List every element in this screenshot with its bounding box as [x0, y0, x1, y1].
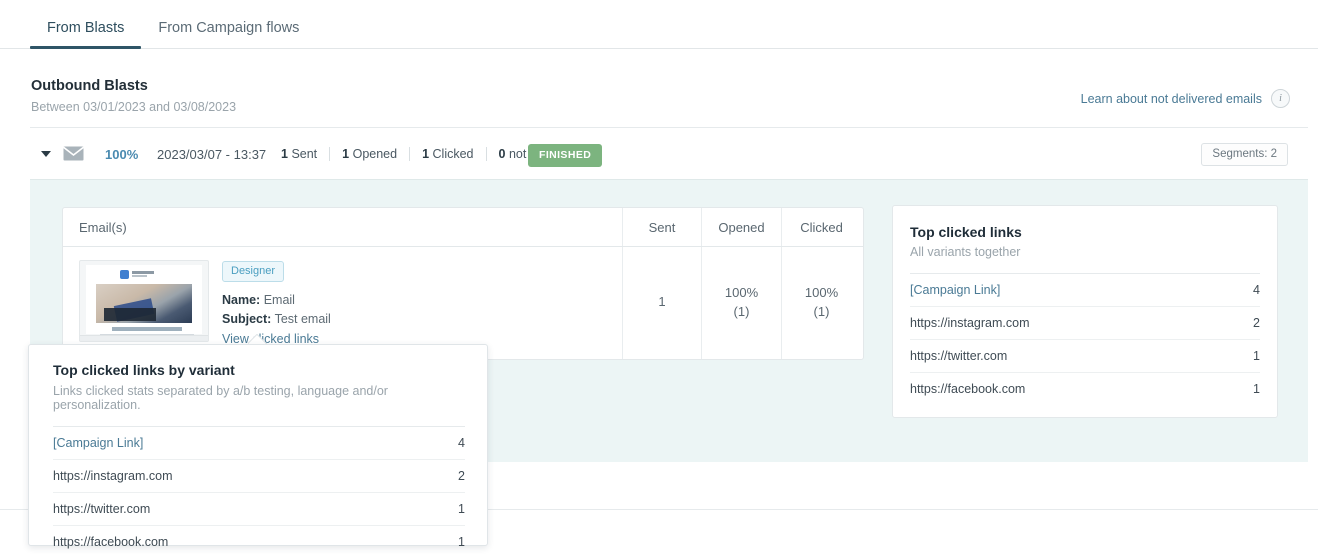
headline-line: [112, 327, 182, 331]
stat-clicked-value: 1: [422, 147, 430, 161]
stat-not-sent-value: 0: [498, 147, 506, 161]
chevron-down-icon[interactable]: [41, 151, 51, 157]
cell-opened-count: (1): [733, 303, 750, 319]
preview-scrollbar: [80, 335, 208, 341]
top-clicked-links-by-variant-popover: Top clicked links by variant Links click…: [28, 344, 488, 549]
cell-clicked-count: (1): [813, 303, 830, 319]
delivery-percent[interactable]: 100%: [105, 147, 138, 162]
tab-from-campaign-flows[interactable]: From Campaign flows: [141, 20, 316, 49]
header-divider: [30, 127, 1308, 128]
cell-sent-value: 1: [658, 294, 666, 310]
cell-clicked-percent: 100%: [804, 284, 839, 300]
status-badge: FINISHED: [528, 144, 603, 167]
date-range-subtitle: Between 03/01/2023 and 03/08/2023: [31, 100, 237, 114]
link-name: https://facebook.com: [910, 382, 1026, 396]
email-subject-value: Test email: [274, 311, 331, 326]
top-clicked-links-panel: Top clicked links All variants together …: [892, 205, 1278, 418]
top-clicked-links-title: Top clicked links: [910, 224, 1022, 240]
link-name[interactable]: [Campaign Link]: [910, 283, 1000, 297]
link-name[interactable]: [Campaign Link]: [53, 436, 143, 450]
column-header-emails: Email(s): [63, 208, 623, 246]
tab-bar: From Blasts From Campaign flows: [0, 0, 1318, 49]
outbound-blasts-page: From Blasts From Campaign flows Outbound…: [0, 0, 1318, 549]
learn-about-not-delivered-link[interactable]: Learn about not delivered emails: [1081, 92, 1262, 106]
tab-list: From Blasts From Campaign flows: [30, 0, 316, 49]
list-item[interactable]: [Campaign Link] 4: [53, 427, 465, 460]
cell-opened: 100% (1): [702, 247, 782, 359]
brand-logo-icon: [120, 270, 129, 279]
stat-clicked: 1 Clicked: [410, 147, 485, 161]
list-item: https://facebook.com 1: [53, 526, 465, 558]
emails-table-header: Email(s) Sent Opened Clicked: [63, 208, 863, 247]
stat-sent-label: Sent: [291, 147, 318, 161]
table-row: Designer Name: Email Subject: Test email…: [63, 247, 863, 359]
link-count: 2: [458, 469, 465, 483]
link-name: https://instagram.com: [910, 316, 1030, 330]
emails-table: Email(s) Sent Opened Clicked Designer Na…: [62, 207, 864, 360]
cell-sent: 1: [623, 247, 702, 359]
email-thumbnail[interactable]: [79, 260, 209, 342]
link-name: https://twitter.com: [53, 502, 151, 516]
hero-photo: [96, 284, 192, 323]
info-icon[interactable]: i: [1271, 89, 1290, 108]
list-item[interactable]: [Campaign Link] 4: [910, 274, 1260, 307]
top-clicked-links-subtitle: All variants together: [910, 245, 1021, 259]
cell-clicked: 100% (1): [782, 247, 861, 359]
email-info: Designer Name: Email Subject: Test email…: [222, 260, 331, 346]
designer-badge: Designer: [222, 261, 285, 282]
email-subject-label: Subject:: [222, 311, 272, 326]
photo-terminal: [103, 308, 157, 321]
list-item: https://facebook.com 1: [910, 373, 1260, 405]
brand-sub-line: [132, 275, 147, 277]
link-count: 4: [458, 436, 465, 450]
column-header-sent: Sent: [623, 208, 702, 246]
email-subject: Subject: Test email: [222, 310, 331, 329]
segments-badge[interactable]: Segments: 2: [1201, 143, 1288, 166]
list-item: https://instagram.com 2: [53, 460, 465, 493]
cell-opened-percent: 100%: [724, 284, 759, 300]
link-count: 2: [1253, 316, 1260, 330]
blast-date: 2023/03/07 - 13:37: [157, 147, 267, 162]
stat-opened-value: 1: [342, 147, 350, 161]
list-item: https://instagram.com 2: [910, 307, 1260, 340]
link-name: https://facebook.com: [53, 535, 169, 549]
list-item: https://twitter.com 1: [53, 493, 465, 526]
learn-about-not-delivered: Learn about not delivered emails i: [1081, 89, 1290, 108]
page-title: Outbound Blasts: [31, 78, 148, 94]
link-count: 1: [458, 502, 465, 516]
list-item: https://twitter.com 1: [910, 340, 1260, 373]
stat-sent: 1 Sent: [281, 147, 329, 161]
brand-name-line: [132, 271, 154, 274]
link-count: 1: [1253, 382, 1260, 396]
email-name: Name: Email: [222, 291, 331, 310]
link-name: https://instagram.com: [53, 469, 173, 483]
email-name-value: Email: [263, 293, 295, 307]
popover-title: Top clicked links by variant: [53, 362, 235, 378]
popover-subtitle: Links clicked stats separated by a/b tes…: [53, 384, 388, 412]
email-name-label: Name:: [222, 293, 261, 307]
stat-sent-value: 1: [281, 147, 288, 161]
stat-opened-label: Opened: [352, 147, 398, 161]
stat-opened: 1 Opened: [330, 147, 409, 161]
link-count: 1: [458, 535, 465, 549]
email-preview: [86, 265, 202, 340]
link-count: 1: [1253, 349, 1260, 363]
column-header-clicked: Clicked: [800, 219, 843, 235]
column-header-opened: Opened: [702, 208, 782, 246]
envelope-icon: [63, 146, 84, 161]
link-count: 4: [1253, 283, 1260, 297]
stat-clicked-label: Clicked: [432, 147, 474, 161]
blast-summary-row[interactable]: 100% 2023/03/07 - 13:37 1 Sent 1 Opened …: [0, 131, 1318, 178]
link-name: https://twitter.com: [910, 349, 1008, 363]
tab-from-blasts[interactable]: From Blasts: [30, 20, 142, 49]
blast-stats: 1 Sent 1 Opened 1 Clicked 0 not sent: [281, 147, 565, 161]
email-cell: Designer Name: Email Subject: Test email…: [63, 247, 623, 359]
